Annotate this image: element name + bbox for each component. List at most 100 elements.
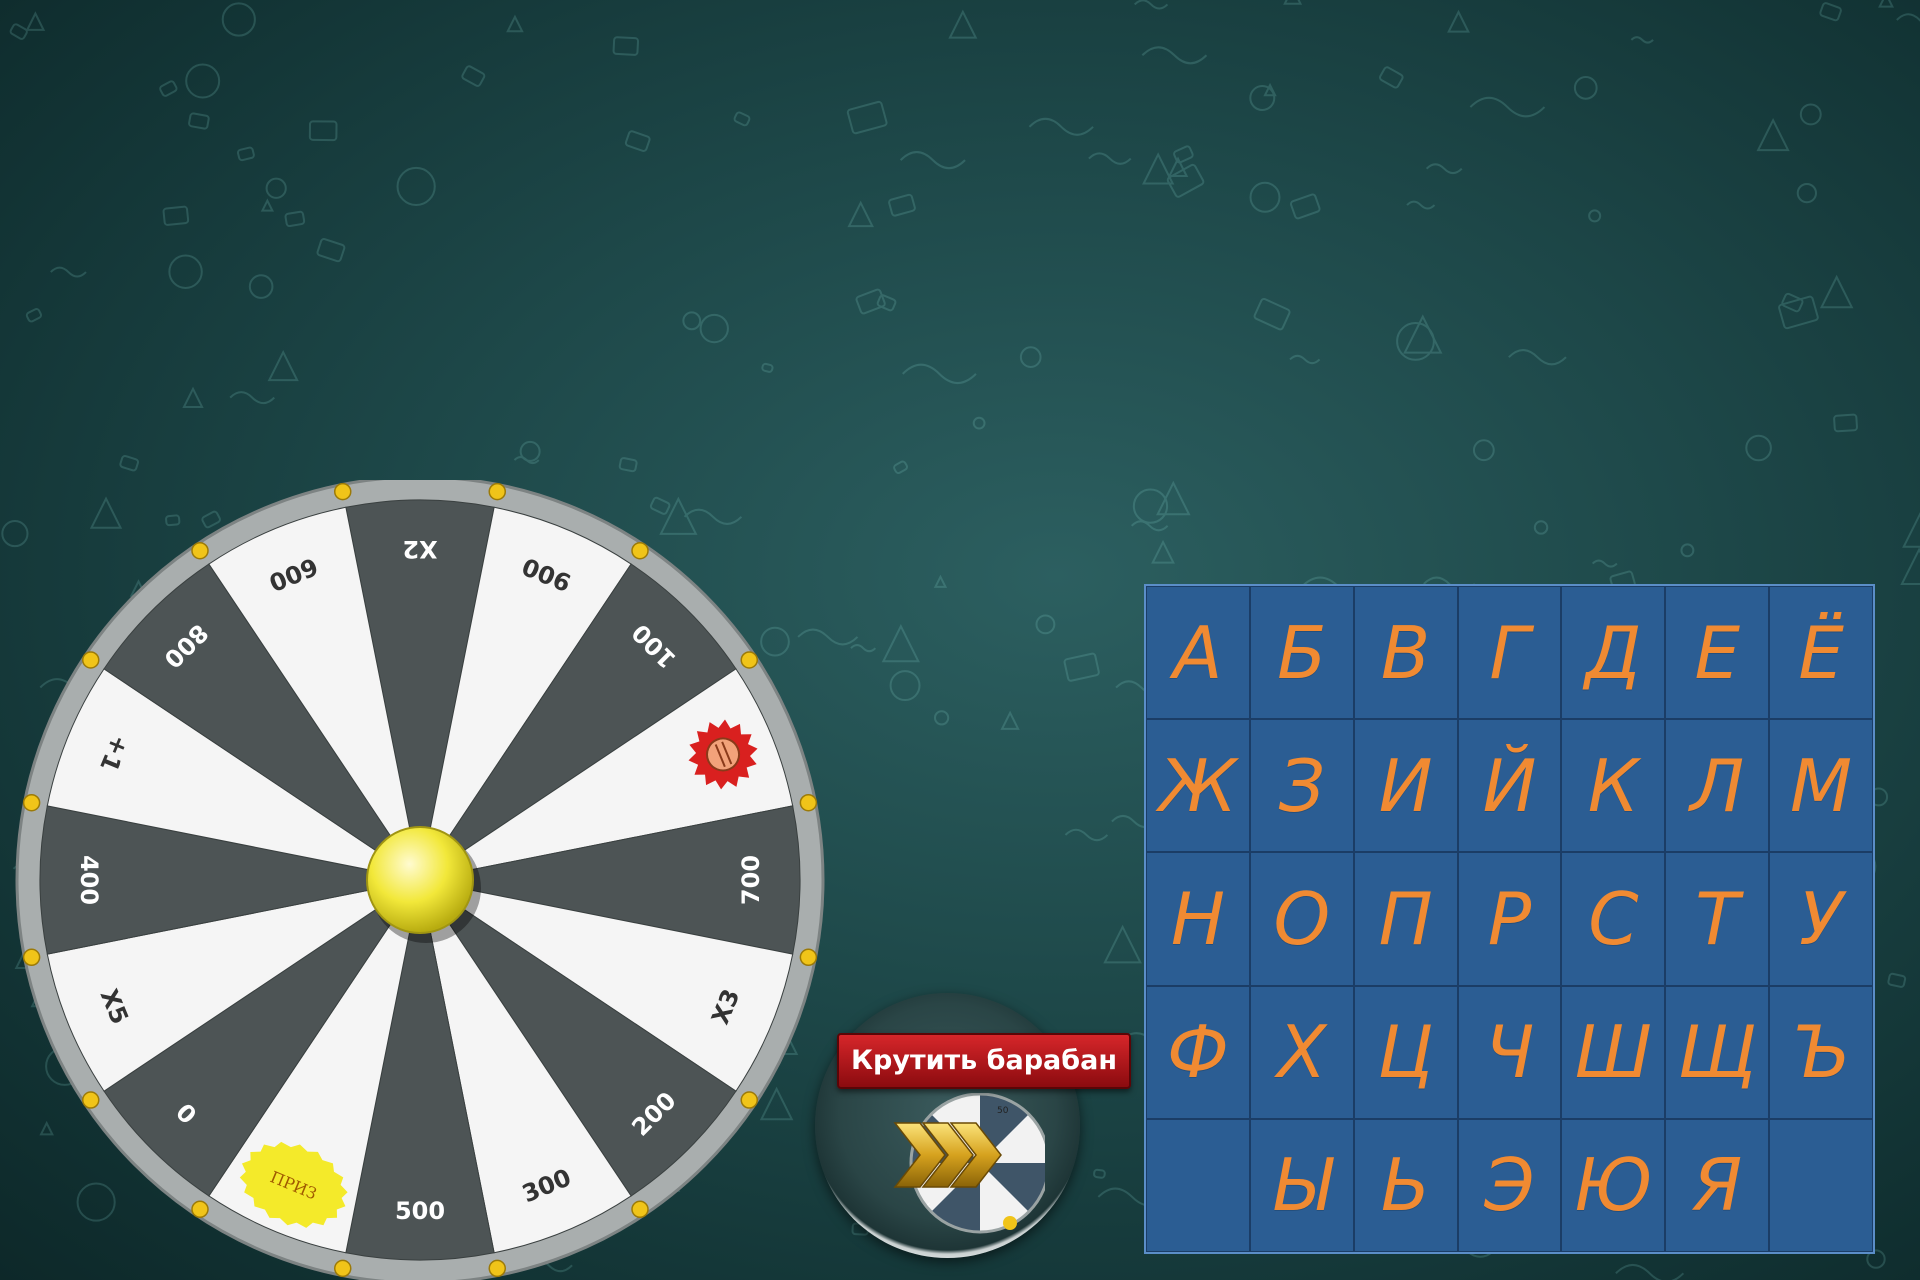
wheel-bead <box>740 651 759 669</box>
letter-button[interactable]: Ё <box>1769 586 1873 720</box>
letter-button[interactable]: Р <box>1457 852 1562 986</box>
doodle-shape <box>182 386 204 408</box>
letter-button[interactable]: П <box>1353 852 1458 986</box>
letter-button[interactable]: В <box>1353 586 1458 720</box>
letter-button[interactable]: Ч <box>1457 985 1562 1119</box>
doodle-shape <box>1878 0 1895 8</box>
doodle-shape <box>248 274 274 299</box>
doodle-shape <box>1283 0 1303 5</box>
doodle-shape <box>396 166 436 207</box>
letter-button[interactable]: Й <box>1457 719 1562 853</box>
doodle-shape <box>1103 924 1142 964</box>
letter-button[interactable]: Э <box>1457 1118 1562 1252</box>
letter-button[interactable]: З <box>1249 719 1354 853</box>
wheel-svg[interactable]: X2900100700X3200300500ПРИЗ0X5400+1800600 <box>0 480 860 1280</box>
wheel-sector-label: 400 <box>75 855 103 905</box>
letter-button[interactable]: С <box>1561 852 1666 986</box>
doodle-shape <box>1799 103 1822 126</box>
doodle-shape <box>1403 314 1443 354</box>
doodle-shape <box>899 151 966 170</box>
letter-button[interactable]: Щ <box>1665 985 1770 1119</box>
doodle-shape <box>237 146 255 162</box>
letter-button[interactable]: Г <box>1457 586 1562 720</box>
doodle-shape <box>25 308 42 323</box>
doodle-shape <box>506 14 524 33</box>
doodle-shape <box>221 2 256 37</box>
doodle-shape <box>1472 439 1495 462</box>
letter-button[interactable]: Ы <box>1249 1118 1354 1252</box>
mini-wheel-arrows-icon[interactable]: 50 X3 <box>885 1093 1045 1243</box>
doodle-shape <box>308 120 338 142</box>
doodle-shape <box>1469 96 1546 118</box>
letter-button[interactable]: Ж <box>1146 719 1250 853</box>
wheel-bead <box>799 793 818 812</box>
letter-button[interactable]: К <box>1561 719 1666 853</box>
doodle-shape <box>1379 66 1404 89</box>
letter-button[interactable]: Е <box>1665 586 1770 720</box>
doodle-shape <box>1151 539 1175 564</box>
wheel-bead <box>333 1259 352 1278</box>
letter-button[interactable]: А <box>1146 586 1250 720</box>
wheel-bead <box>488 1259 507 1278</box>
letter-button[interactable]: Б <box>1249 586 1354 720</box>
letter-button[interactable]: Ц <box>1353 985 1458 1119</box>
doodle-shape <box>1019 346 1042 368</box>
wheel-of-fortune[interactable]: X2 900 100 700 X3 200 300 500 ПРИЗ 0 X5 400 +1 800 600 <box>0 480 860 1280</box>
letter-button[interactable]: Л <box>1665 719 1770 853</box>
letter-button[interactable]: Ъ <box>1769 985 1873 1119</box>
letter-button[interactable]: Д <box>1561 586 1666 720</box>
doodle-shape <box>1289 193 1321 220</box>
wheel-bead <box>799 948 818 967</box>
doodle-shape <box>1796 182 1818 204</box>
letter-button[interactable]: И <box>1353 719 1458 853</box>
letter-button[interactable]: О <box>1249 852 1354 986</box>
wheel-bead <box>191 541 209 560</box>
doodle-shape <box>1508 349 1567 366</box>
doodle-shape <box>855 288 886 315</box>
doodle-shape <box>1028 117 1094 136</box>
letter-button[interactable]: Ф <box>1146 985 1250 1119</box>
spin-button[interactable]: Крутить барабан <box>837 1033 1131 1089</box>
letter-button[interactable]: Т <box>1665 852 1770 986</box>
doodle-shape <box>1819 2 1842 22</box>
letter-button[interactable]: М <box>1769 719 1873 853</box>
wheel-hub[interactable] <box>366 826 474 934</box>
doodle-shape <box>1745 434 1772 462</box>
letter-button[interactable]: Ю <box>1561 1118 1666 1252</box>
letter-button[interactable]: Н <box>1146 852 1250 986</box>
doodle-shape <box>168 254 203 289</box>
wheel-bead <box>22 793 41 812</box>
doodle-shape <box>519 440 541 462</box>
doodle-shape <box>260 198 275 212</box>
letter-button[interactable]: Ь <box>1353 1118 1458 1252</box>
doodle-shape <box>1035 614 1056 635</box>
doodle-shape <box>733 111 751 127</box>
wheel-bead <box>191 1200 209 1219</box>
doodle-shape <box>1591 559 1618 568</box>
letter-button[interactable]: Ш <box>1561 985 1666 1119</box>
doodle-shape <box>159 80 178 97</box>
doodle-shape <box>1133 0 1169 10</box>
letter-button[interactable]: Я <box>1665 1118 1770 1252</box>
doodle-shape <box>1064 828 1109 842</box>
doodle-shape <box>1425 163 1463 175</box>
doodle-shape <box>1063 652 1100 682</box>
doodle-shape <box>1447 9 1470 33</box>
doodle-shape <box>1896 13 1920 22</box>
doodle-shape <box>846 100 888 135</box>
letter-button[interactable]: Х <box>1249 985 1354 1119</box>
doodle-shape <box>933 710 950 726</box>
doodle-shape <box>1289 354 1321 365</box>
doodle-shape <box>612 36 640 56</box>
doodle-shape <box>624 130 651 152</box>
doodle-shape <box>267 349 299 382</box>
doodle-shape <box>185 63 221 99</box>
doodle-shape <box>1778 295 1819 330</box>
letter-button[interactable]: У <box>1769 852 1873 986</box>
doodle-shape <box>1887 972 1907 988</box>
doodle-shape <box>1156 480 1191 516</box>
empty-cell <box>1769 1118 1873 1252</box>
spin-widget[interactable]: 50 X3 Крутить барабан <box>815 993 1131 1268</box>
doodle-shape <box>1833 413 1858 433</box>
doodle-shape <box>902 363 977 385</box>
